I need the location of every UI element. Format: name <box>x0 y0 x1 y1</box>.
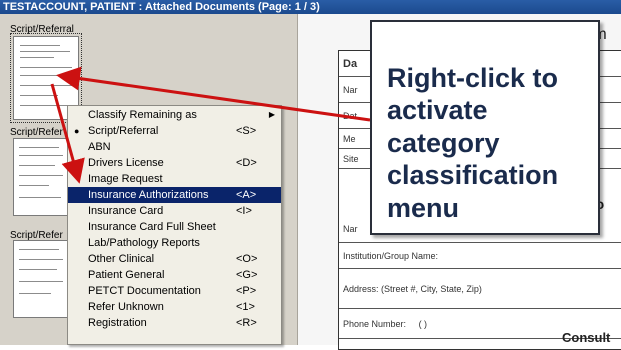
menu-item-insurance-authorizations[interactable]: Insurance Authorizations <A> <box>68 187 281 203</box>
menu-item-petct-documentation[interactable]: PETCT Documentation <P> <box>68 283 281 299</box>
menu-item-label: ABN <box>88 141 111 153</box>
thumbnail-label: Script/Referral <box>10 24 74 35</box>
menu-item-shortcut: <1> <box>236 301 255 313</box>
menu-item-label: Lab/Pathology Reports <box>88 237 200 249</box>
menu-item-shortcut: <P> <box>236 285 257 297</box>
consult-heading: Consult <box>562 330 611 345</box>
menu-item-label: Insurance Authorizations <box>88 189 209 201</box>
menu-item-shortcut: <D> <box>236 157 257 169</box>
menu-item-label: Refer Unknown <box>88 301 164 313</box>
instruction-callout: Right-click to activate category classif… <box>370 20 600 235</box>
menu-item-registration[interactable]: Registration <R> <box>68 315 281 331</box>
menu-item-insurance-card-full-sheet[interactable]: Insurance Card Full Sheet <box>68 219 281 235</box>
menu-item-image-request[interactable]: Image Request <box>68 171 281 187</box>
menu-item-shortcut: <G> <box>236 269 258 281</box>
thumbnail-label: Script/Refer <box>10 127 63 138</box>
menu-item-classify-remaining[interactable]: Classify Remaining as ▶ <box>68 107 281 123</box>
menu-item-script-referral[interactable]: ● Script/Referral <S> <box>68 123 281 139</box>
menu-item-label: Insurance Card Full Sheet <box>88 221 216 233</box>
menu-item-label: Insurance Card <box>88 205 164 217</box>
menu-item-shortcut: <A> <box>236 189 257 201</box>
menu-item-label: Other Clinical <box>88 253 155 265</box>
menu-item-shortcut: <S> <box>236 125 257 137</box>
window-title: TESTACCOUNT, PATIENT : Attached Document… <box>0 0 621 14</box>
menu-item-shortcut: <I> <box>236 205 252 217</box>
menu-item-label: Script/Referral <box>88 125 159 137</box>
category-context-menu[interactable]: Classify Remaining as ▶ ● Script/Referra… <box>67 105 282 345</box>
document-thumbnail[interactable] <box>13 240 69 318</box>
phone-parens: ( ) <box>418 319 428 329</box>
menu-item-label: Drivers License <box>88 157 164 169</box>
menu-item-drivers-license[interactable]: Drivers License <D> <box>68 155 281 171</box>
menu-item-label: PETCT Documentation <box>88 285 201 297</box>
selected-bullet-icon: ● <box>74 126 80 136</box>
phone-label: Phone Number: <box>343 319 407 329</box>
menu-item-shortcut: <R> <box>236 317 257 329</box>
document-thumbnail[interactable] <box>13 138 69 216</box>
menu-item-label: Registration <box>88 317 147 329</box>
menu-item-patient-general[interactable]: Patient General <G> <box>68 267 281 283</box>
menu-item-other-clinical[interactable]: Other Clinical <O> <box>68 251 281 267</box>
menu-item-insurance-card[interactable]: Insurance Card <I> <box>68 203 281 219</box>
menu-item-abn[interactable]: ABN <box>68 139 281 155</box>
menu-item-shortcut: <O> <box>236 253 258 265</box>
menu-item-label: Image Request <box>88 173 163 185</box>
menu-item-lab-pathology-reports[interactable]: Lab/Pathology Reports <box>68 235 281 251</box>
submenu-arrow-icon: ▶ <box>268 110 275 119</box>
address-field: Address: (Street #, City, State, Zip) <box>339 269 621 309</box>
institution-field: Institution/Group Name: <box>339 243 621 269</box>
menu-item-label: Classify Remaining as <box>88 109 197 121</box>
menu-item-label: Patient General <box>88 269 165 281</box>
menu-item-refer-unknown[interactable]: Refer Unknown <1> <box>68 299 281 315</box>
